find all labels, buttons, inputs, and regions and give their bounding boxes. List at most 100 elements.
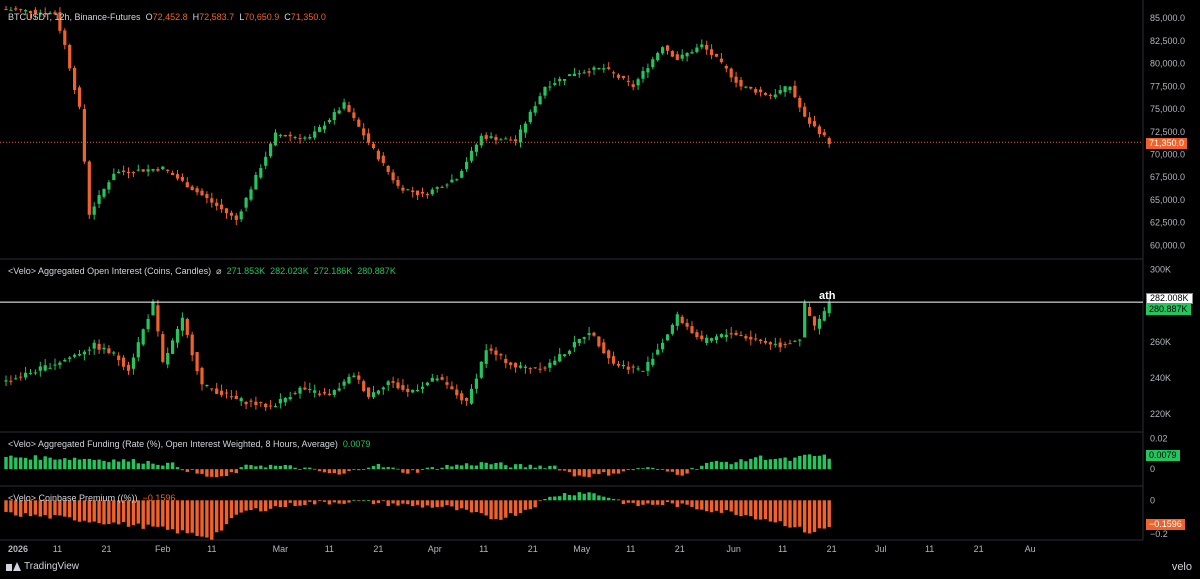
histogram-bar <box>19 457 23 470</box>
histogram-bar <box>474 500 479 513</box>
x-tick-label: 11 <box>626 544 635 554</box>
histogram-bar <box>126 461 131 470</box>
candle-body <box>675 314 679 326</box>
histogram-bar <box>460 500 464 509</box>
histogram-bar <box>121 500 126 523</box>
candle-body <box>749 86 753 89</box>
histogram-bar <box>254 500 258 509</box>
histogram-bar <box>670 500 675 504</box>
histogram-bar <box>347 469 351 471</box>
histogram-bar <box>729 500 733 512</box>
candle-body <box>675 54 679 60</box>
histogram-bar <box>798 500 802 527</box>
candle-body <box>778 342 782 348</box>
candle-body <box>808 117 812 124</box>
candle-body <box>572 342 576 348</box>
candle-body <box>509 139 513 141</box>
candle-body <box>700 335 704 340</box>
candle-body <box>455 179 459 181</box>
candle-body <box>73 354 77 357</box>
candle-body <box>322 125 327 130</box>
y-tick-label: 60,000.0 <box>1150 240 1185 250</box>
histogram-bar <box>352 469 356 470</box>
candle-body <box>249 189 253 200</box>
histogram-bar <box>665 500 670 503</box>
histogram-bar <box>322 469 327 473</box>
histogram-bar <box>773 458 777 470</box>
histogram-bar <box>641 468 645 470</box>
candle-body <box>695 47 699 53</box>
histogram-bar <box>215 469 219 478</box>
histogram-bar <box>817 500 822 529</box>
histogram-bar <box>9 455 13 470</box>
time-axis[interactable]: 2026 11 21 Feb 11 Mar 11 21 Apr 11 21 May 11 21 Jun 11 2… <box>8 544 1036 554</box>
funding-pane[interactable] <box>4 454 831 478</box>
candle-body <box>587 71 591 73</box>
candle-body <box>661 47 665 54</box>
price-legend: BTCUSDT, 12h, Binance-Futures O72,452.8 … <box>8 12 326 22</box>
candle-body <box>553 360 557 365</box>
last-price-badge: 71,350.0 <box>1146 138 1188 149</box>
candle-body <box>621 75 625 79</box>
candle-body <box>450 179 454 183</box>
histogram-bar <box>768 500 773 522</box>
histogram-bar <box>450 500 454 507</box>
histogram-bar <box>278 500 283 508</box>
candle-body <box>783 86 787 93</box>
candle-body <box>489 136 493 138</box>
histogram-bar <box>518 500 523 514</box>
candle-body <box>249 400 253 402</box>
candle-body <box>592 332 596 336</box>
candle-body <box>719 58 723 63</box>
histogram-bar <box>185 469 189 472</box>
histogram-bar <box>499 500 503 520</box>
candle-body <box>484 135 488 139</box>
histogram-bar <box>685 469 689 474</box>
histogram-bar <box>166 500 170 530</box>
histogram-bar <box>548 496 552 501</box>
oi-close-value: 280.887K <box>357 266 396 276</box>
histogram-bar <box>92 460 96 470</box>
histogram-bar <box>190 469 194 470</box>
histogram-bar <box>38 459 42 470</box>
open-interest-pane[interactable] <box>0 297 1143 411</box>
histogram-bar <box>112 500 116 523</box>
candle-body <box>553 83 557 85</box>
candle-body <box>406 388 410 392</box>
candle-body <box>587 333 591 335</box>
candle-body <box>646 361 650 371</box>
candle-body <box>313 131 317 138</box>
candle-body <box>376 390 380 394</box>
chart-canvas[interactable]: 60,000.0 62,500.0 65,000.0 67,500.0 70,000.0… <box>0 0 1200 579</box>
candle-body <box>563 79 567 81</box>
histogram-bar <box>254 466 258 470</box>
candle-body <box>641 370 645 372</box>
histogram-bar <box>151 500 155 527</box>
candle-body <box>690 52 694 54</box>
low-value: 70,650.9 <box>244 12 280 22</box>
candle-body <box>156 169 160 171</box>
histogram-bar <box>440 467 444 470</box>
candle-body <box>357 119 361 127</box>
candle-body <box>293 393 297 395</box>
histogram-bar <box>298 469 302 470</box>
histogram-bar <box>381 500 385 502</box>
histogram-bar <box>812 500 817 533</box>
histogram-bar <box>714 460 719 470</box>
candle-body <box>386 165 390 172</box>
tradingview-logo[interactable]: TradingView <box>6 561 79 572</box>
price-pane[interactable] <box>0 5 1143 225</box>
x-tick-label: Jul <box>875 544 887 554</box>
y-tick-label: 80,000.0 <box>1150 59 1185 69</box>
candle-body <box>122 170 126 172</box>
histogram-bar <box>754 457 758 470</box>
histogram-bar <box>322 500 327 502</box>
histogram-bar <box>264 500 268 512</box>
y-tick-label: 75,000.0 <box>1150 104 1185 114</box>
candle-body <box>621 364 625 367</box>
candle-body <box>670 51 674 57</box>
candle-body <box>489 348 493 351</box>
histogram-bar <box>43 456 47 470</box>
histogram-bar <box>435 500 439 508</box>
candle-body <box>460 393 464 401</box>
